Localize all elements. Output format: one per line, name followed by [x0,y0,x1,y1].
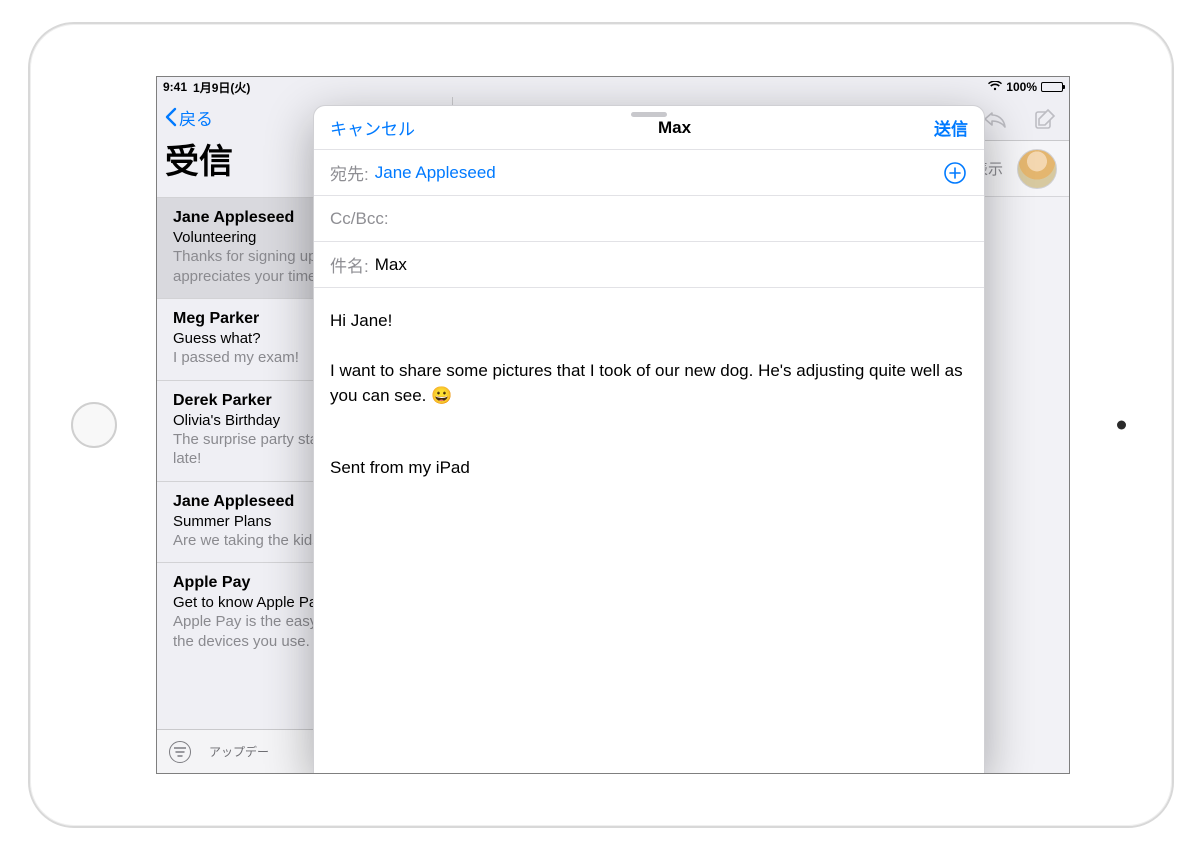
cancel-button[interactable]: キャンセル [330,115,415,140]
to-recipient[interactable]: Jane Appleseed [375,163,496,183]
add-contact-button[interactable] [942,160,968,186]
wifi-icon [988,80,1002,94]
ccbcc-field-row[interactable]: Cc/Bcc: [314,196,984,242]
body-main: I want to share some pictures that I too… [330,358,968,409]
status-bar: 9:41 1月9日(火) 100% [157,77,1069,97]
signature: Sent from my iPad [330,455,968,481]
subject-field-row[interactable]: 件名: Max [314,242,984,288]
send-button[interactable]: 送信 [934,115,968,140]
footer-update-text: アップデー [209,743,269,760]
filter-icon [174,747,186,757]
avatar[interactable] [1017,149,1057,189]
battery-percent: 100% [1006,80,1037,94]
ipad-frame: 9:41 1月9日(火) 100% 戻る 受信 [28,22,1174,828]
reply-icon [983,110,1007,128]
compose-header: キャンセル Max 送信 [314,106,984,150]
back-label: 戻る [179,105,213,130]
body-greeting: Hi Jane! [330,308,968,334]
subject-value[interactable]: Max [375,255,407,275]
compose-body[interactable]: Hi Jane! I want to share some pictures t… [314,288,984,773]
home-button[interactable] [71,402,117,448]
compose-button[interactable] [1033,107,1057,131]
battery-icon [1041,82,1063,92]
to-label: 宛先: [330,160,369,185]
compose-title: Max [658,118,691,138]
compose-sheet: キャンセル Max 送信 宛先: Jane Appleseed Cc/Bcc: … [313,105,985,773]
status-time: 9:41 [163,80,187,94]
reply-button[interactable] [983,107,1007,131]
compose-icon [1034,108,1056,130]
status-date: 1月9日(火) [193,79,250,96]
to-field-row[interactable]: 宛先: Jane Appleseed [314,150,984,196]
chevron-left-icon [165,107,177,127]
screen: 9:41 1月9日(火) 100% 戻る 受信 [156,76,1070,774]
plus-circle-icon [943,161,967,185]
sheet-grabber[interactable] [631,112,667,117]
subject-label: 件名: [330,252,369,277]
ccbcc-label: Cc/Bcc: [330,209,389,229]
filter-button[interactable] [169,741,191,763]
camera-dot [1117,421,1126,430]
